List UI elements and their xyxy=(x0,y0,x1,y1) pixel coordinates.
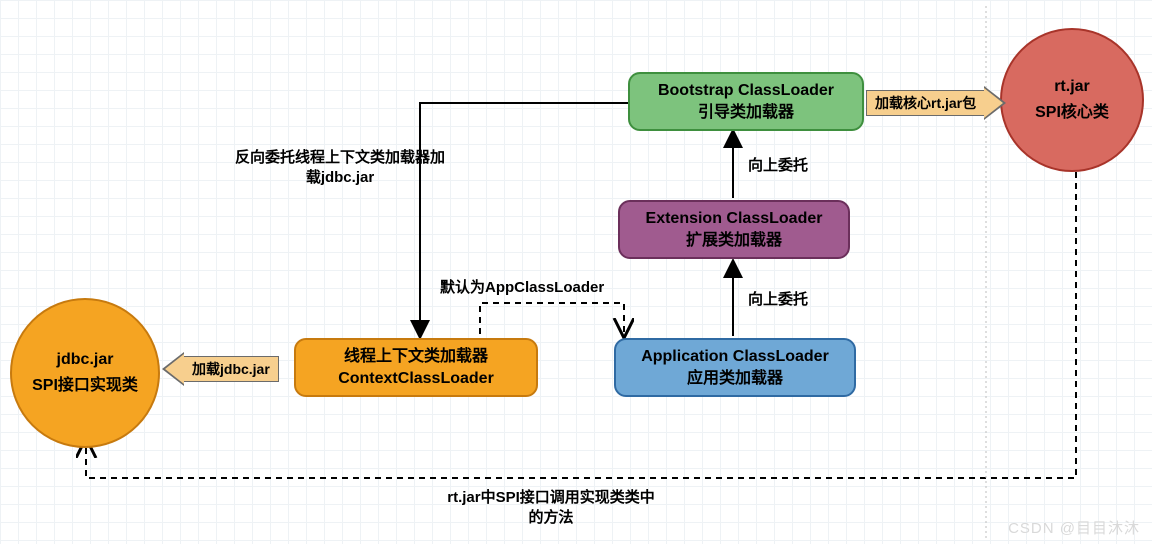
jdbcjar-circle: jdbc.jar SPI接口实现类 xyxy=(10,298,160,448)
bootstrap-classloader-box: Bootstrap ClassLoader 引导类加载器 xyxy=(628,72,864,131)
load-rtjar-arrow: 加载核心rt.jar包 xyxy=(866,86,1006,120)
rtjar-title: rt.jar xyxy=(1054,74,1090,100)
bootstrap-sub: 引导类加载器 xyxy=(698,102,794,124)
extension-title: Extension ClassLoader xyxy=(646,208,823,230)
spi-call-label: rt.jar中SPI接口调用实现类类中的方法 xyxy=(446,488,656,529)
delegate-up-1-label: 向上委托 xyxy=(748,156,808,176)
reverse-delegate-label: 反向委托线程上下文类加载器加载jdbc.jar xyxy=(230,148,450,189)
watermark-text: CSDN @目目沐沐 xyxy=(1008,517,1140,538)
jdbcjar-sub: SPI接口实现类 xyxy=(32,373,138,399)
application-sub: 应用类加载器 xyxy=(687,368,783,390)
load-jdbcjar-arrow: 加载jdbc.jar xyxy=(162,352,279,386)
context-classloader-box: 线程上下文类加载器 ContextClassLoader xyxy=(294,338,538,397)
load-jdbcjar-label: 加载jdbc.jar xyxy=(192,359,270,379)
extension-sub: 扩展类加载器 xyxy=(686,230,782,252)
context-sub: ContextClassLoader xyxy=(338,368,494,390)
load-rtjar-label: 加载核心rt.jar包 xyxy=(875,93,976,113)
application-title: Application ClassLoader xyxy=(641,346,829,368)
context-title: 线程上下文类加载器 xyxy=(344,346,488,368)
extension-classloader-box: Extension ClassLoader 扩展类加载器 xyxy=(618,200,850,259)
rtjar-sub: SPI核心类 xyxy=(1035,100,1109,126)
application-classloader-box: Application ClassLoader 应用类加载器 xyxy=(614,338,856,397)
delegate-up-2-label: 向上委托 xyxy=(748,290,808,310)
bootstrap-title: Bootstrap ClassLoader xyxy=(658,80,834,102)
default-appclassloader-label: 默认为AppClassLoader xyxy=(440,278,604,298)
jdbcjar-title: jdbc.jar xyxy=(57,347,114,373)
rtjar-circle: rt.jar SPI核心类 xyxy=(1000,28,1144,172)
